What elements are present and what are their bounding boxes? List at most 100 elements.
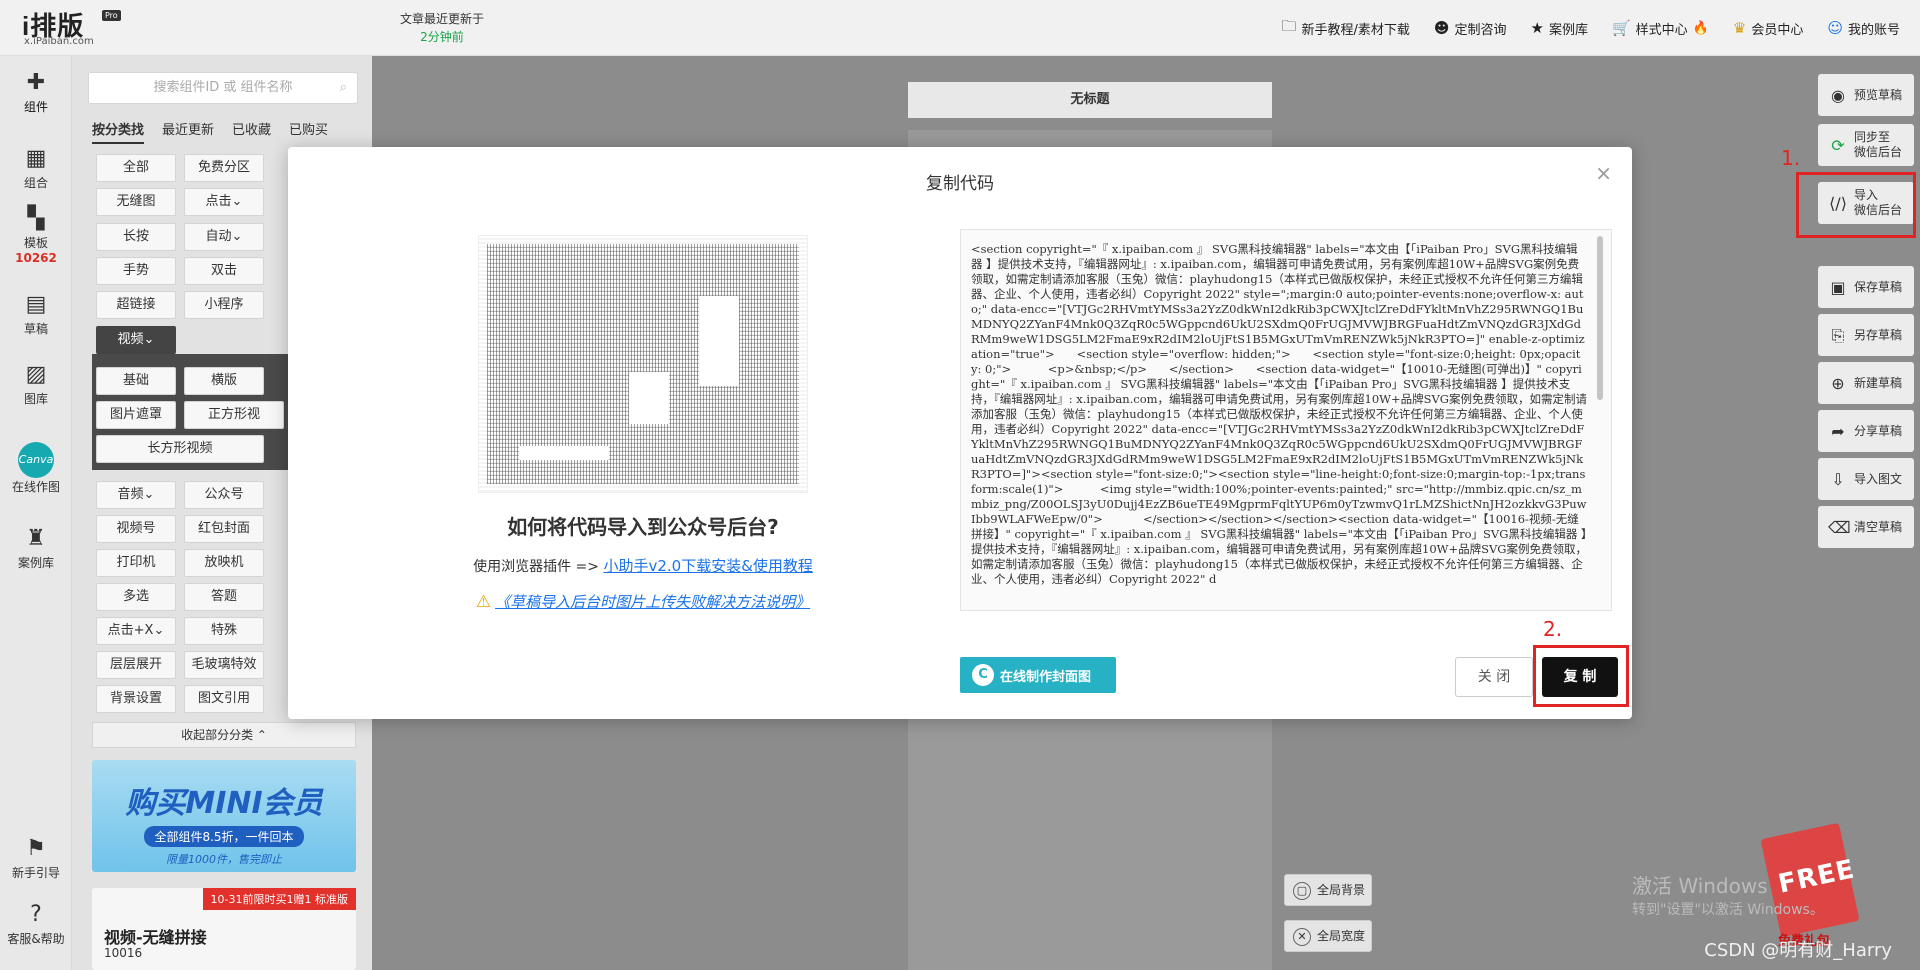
rail-newbie[interactable]: ⚑ 新手引导 (0, 836, 72, 881)
case-library-icon: ★ (1530, 19, 1544, 37)
consult-icon: ☻ (1433, 19, 1450, 37)
rail-templates[interactable]: ▚ 模板 10262 (0, 206, 72, 265)
rail-combo[interactable]: ▦ 组合 (0, 146, 72, 191)
chip-image-wall[interactable]: 无缝图 (96, 188, 176, 216)
banner-subtitle: 全部组件8.5折，一件回本 (144, 826, 304, 847)
chip-red-packet[interactable]: 红包封面 (184, 515, 264, 543)
nav-tutorials[interactable]: 🗀 新手教程/素材下载 (1269, 16, 1421, 41)
chip-landscape[interactable]: 横版 (184, 367, 264, 395)
dialog-title: 复制代码 (926, 174, 994, 194)
tab-recent[interactable]: 最近更新 (162, 119, 214, 144)
chip-video[interactable]: 视频⌄ (96, 326, 176, 354)
component-search-input[interactable]: 搜索组件ID 或 组件名称 ⌕ (88, 72, 358, 104)
clear-draft-button[interactable]: ⌫ 清空草稿 (1818, 506, 1914, 548)
chip-rect-video[interactable]: 长方形视频 (96, 435, 264, 463)
component-card[interactable]: 10-31前限时买1赠1 标准版 视频-无缝拼接 10016 (92, 888, 356, 970)
chip-video-account[interactable]: 视频号 (96, 515, 176, 543)
rail-cases[interactable]: ♜ 案例库 (0, 526, 72, 571)
chip-special[interactable]: 特殊 (184, 617, 264, 645)
tab-favorites[interactable]: 已收藏 (232, 119, 271, 144)
activation-title: 激活 Windows (1632, 874, 1768, 898)
rail-drafts[interactable]: ▤ 草稿 (0, 292, 72, 337)
nav-account[interactable]: ☺ 我的账号 (1815, 19, 1920, 38)
chip-click-x[interactable]: 点击+X⌄ (96, 617, 176, 645)
fire-icon: 🔥 (1692, 20, 1709, 36)
chip-mini-program[interactable]: 小程序 (184, 291, 264, 319)
help-text: 使用浏览器插件 => (473, 559, 600, 575)
save-as-draft-button[interactable]: ⎘ 另存草稿 (1818, 314, 1914, 356)
new-draft-button[interactable]: ⊕ 新建草稿 (1818, 362, 1914, 404)
chip-layer-expand[interactable]: 层层展开 (96, 651, 176, 679)
guide-icon: ⚑ (26, 836, 46, 861)
warning-icon: ⚠ (475, 592, 492, 612)
chip-official-account[interactable]: 公众号 (184, 481, 264, 509)
upload-failure-guide-link[interactable]: 《草稿导入后台时图片上传失败解决方法说明》 (495, 593, 810, 611)
tab-purchased[interactable]: 已购买 (289, 119, 328, 144)
chip-glass-effect[interactable]: 毛玻璃特效 (184, 651, 264, 679)
rail-label: 草稿 (23, 322, 48, 336)
tool-label: 分享草稿 (1854, 423, 1903, 438)
chip-audio[interactable]: 音频⌄ (96, 481, 176, 509)
rail-label: 组合 (23, 176, 48, 190)
chip-projector[interactable]: 放映机 (184, 549, 264, 577)
close-icon[interactable]: × (1595, 161, 1612, 185)
save-draft-button[interactable]: ▣ 保存草稿 (1818, 266, 1914, 308)
online-cover-design-button[interactable]: C 在线制作封面图 (960, 657, 1116, 693)
sync-icon: ⟳ (1831, 135, 1845, 155)
chip-bg-setting[interactable]: 背景设置 (96, 685, 176, 713)
image-icon: ▨ (25, 362, 47, 387)
nav-label: 新手教程/素材下载 (1301, 22, 1410, 38)
rail-online-design[interactable]: Canva 在线作图 (0, 442, 72, 495)
preview-draft-button[interactable]: ◉ 预览草稿 (1818, 74, 1914, 116)
search-icon: ⌕ (339, 80, 347, 95)
global-width-button[interactable]: ✕ 全局宽度 (1284, 920, 1372, 952)
rail-label: 新手引导 (11, 866, 60, 880)
windows-activation-notice: 激活 Windows 转到"设置"以激活 Windows。 (1632, 874, 1824, 922)
chip-double-click[interactable]: 双击 (184, 257, 264, 285)
chip-image-mask[interactable]: 图片遮罩 (96, 401, 176, 429)
chip-basic[interactable]: 基础 (96, 367, 176, 395)
collapse-categories-button[interactable]: 收起部分分类 ⌃ (92, 722, 356, 748)
nav-case-library[interactable]: ★ 案例库 (1519, 19, 1600, 38)
chip-click[interactable]: 点击⌄ (184, 188, 264, 216)
left-rail: ✚ 组件 ▦ 组合 ▚ 模板 10262 ▤ 草稿 ▨ 图库 Canva 在线作图 ♜ 案例库 … (0, 56, 72, 970)
trophy-icon: ♜ (26, 526, 46, 551)
chip-typewriter[interactable]: 打印机 (96, 549, 176, 577)
chip-answer[interactable]: 答题 (184, 583, 264, 611)
update-status: 文章最近更新于 2分钟前 (372, 10, 512, 46)
tab-by-category[interactable]: 按分类找 (92, 119, 145, 144)
share-draft-button[interactable]: ➦ 分享草稿 (1818, 410, 1914, 452)
nav-style-center[interactable]: 🛒 样式中心 🔥 (1600, 19, 1721, 38)
chip-long-press[interactable]: 长按 (96, 223, 176, 251)
document-title[interactable]: 无标题 (908, 82, 1272, 118)
button-label: 在线制作封面图 (1000, 669, 1092, 685)
import-article-button[interactable]: ⇩ 导入图文 (1818, 458, 1914, 500)
canva-icon: Canva (18, 442, 54, 478)
activation-subtitle: 转到"设置"以激活 Windows。 (1632, 902, 1824, 918)
chip-all[interactable]: 全部 (96, 154, 176, 182)
code-textarea[interactable]: <section copyright="『 x.ipaiban.com 』 SV… (960, 229, 1612, 611)
logo[interactable]: i排版 Pro x.iPaiban.com (22, 6, 122, 50)
chip-free[interactable]: 免费分区 (184, 154, 264, 182)
sync-wechat-button[interactable]: ⟳ 同步至 微信后台 (1818, 124, 1914, 166)
rail-images[interactable]: ▨ 图库 (0, 362, 72, 407)
chip-image-text[interactable]: 图文引用 (184, 685, 264, 713)
global-background-button[interactable]: ▢ 全局背景 (1284, 874, 1372, 906)
nav-label: 会员中心 (1751, 22, 1804, 38)
plugin-tutorial-link[interactable]: 小助手v2.0下载安装&使用教程 (603, 557, 812, 575)
rail-components[interactable]: ✚ 组件 (0, 70, 72, 115)
rail-label: 模板 (23, 236, 48, 250)
chip-hyperlink[interactable]: 超链接 (96, 291, 176, 319)
close-button[interactable]: 关 闭 (1455, 657, 1533, 697)
nav-consult[interactable]: ☻ 定制咨询 (1422, 19, 1519, 38)
nav-member-center[interactable]: ♛ 会员中心 (1721, 19, 1815, 38)
chip-auto[interactable]: 自动⌄ (184, 223, 264, 251)
chip-square-video[interactable]: 正方形视 (184, 401, 284, 429)
rail-help[interactable]: ? 客服&帮助 (0, 902, 72, 947)
rail-label: 图库 (23, 392, 48, 406)
option-label: 全局背景 (1317, 883, 1366, 897)
chip-multi-select[interactable]: 多选 (96, 583, 176, 611)
mini-member-banner[interactable]: 购买MINI会员 全部组件8.5折，一件回本 限量1000件，售完即止 (92, 760, 356, 872)
code-scrollbar[interactable] (1597, 236, 1603, 400)
chip-gesture[interactable]: 手势 (96, 257, 176, 285)
